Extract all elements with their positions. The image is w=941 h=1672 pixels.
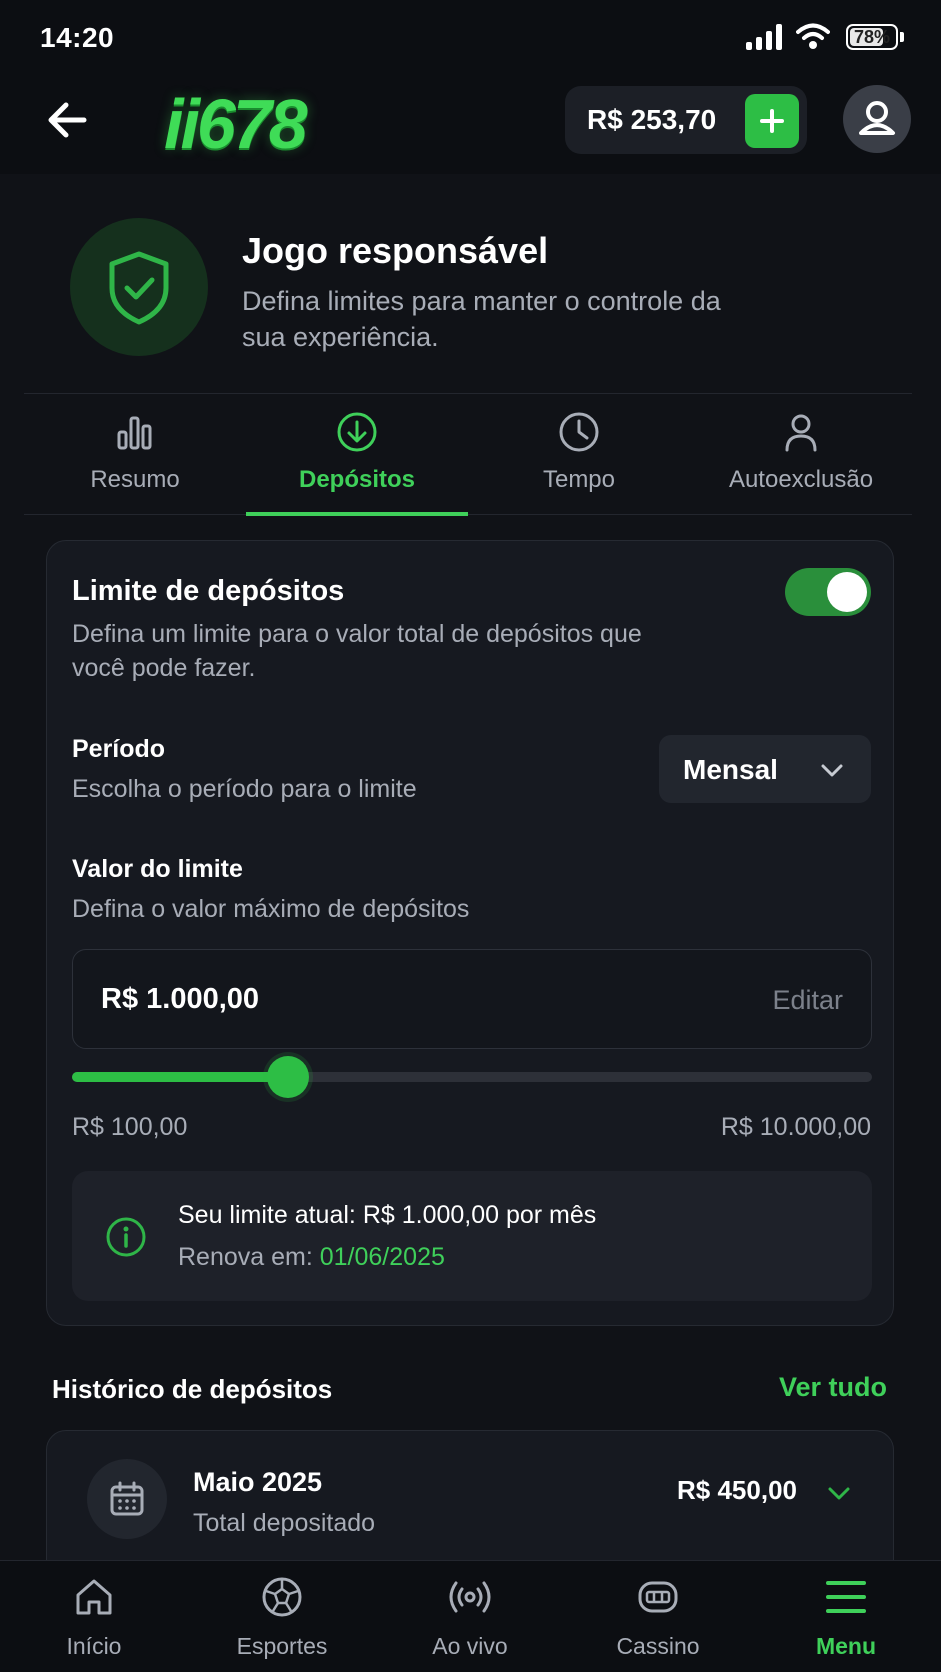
limit-slider[interactable]	[72, 1056, 872, 1098]
deposit-limit-card: Limite de depósitos Defina um limite par…	[46, 540, 894, 1326]
top-header: ii678 R$ 253,70	[0, 70, 941, 174]
tab-tempo[interactable]: Tempo	[468, 394, 690, 516]
download-circle-icon	[337, 412, 377, 452]
tab-resumo[interactable]: Resumo	[24, 394, 246, 516]
battery-icon: 78%	[846, 24, 898, 50]
slider-fill	[72, 1072, 288, 1082]
hero-badge	[70, 218, 208, 356]
slot-machine-icon	[638, 1581, 678, 1613]
plus-icon[interactable]	[745, 94, 799, 148]
nav-label: Cassino	[616, 1633, 700, 1659]
brand-logo[interactable]: ii678	[164, 84, 308, 164]
nav-label: Esportes	[236, 1633, 328, 1659]
card-subtitle: Defina um limite para o valor total de d…	[72, 620, 642, 682]
period-hint: Escolha o período para o limite	[72, 775, 417, 803]
deposit-limit-toggle[interactable]	[785, 568, 871, 616]
edit-button[interactable]: Editar	[772, 985, 843, 1016]
chevron-down-icon[interactable]	[825, 1479, 853, 1507]
current-limit-text: Seu limite atual: R$ 1.000,00 por mês	[178, 1201, 597, 1229]
value-hint: Defina o valor máximo de depósitos	[72, 895, 470, 923]
tab-label: Autoexclusão	[728, 466, 874, 493]
period-select[interactable]: Mensal	[659, 735, 871, 803]
page-subtitle: Defina limites para manter o controle da…	[242, 286, 721, 352]
history-month: Maio 2025	[193, 1467, 323, 1497]
person-icon	[785, 414, 817, 452]
view-all-link[interactable]: Ver tudo	[779, 1372, 887, 1403]
shield-check-icon	[109, 251, 169, 325]
balance-amount: R$ 253,70	[587, 104, 717, 135]
arrow-left-icon[interactable]	[40, 92, 96, 148]
history-title: Histórico de depósitos	[52, 1374, 333, 1404]
period-label: Período	[72, 735, 166, 763]
tab-bar: Resumo Depósitos Tempo Autoexclusão	[24, 393, 912, 516]
history-label: Total depositado	[193, 1509, 376, 1537]
profile-button[interactable]	[843, 85, 911, 153]
tab-label: Tempo	[542, 466, 616, 493]
slider-min-label: R$ 100,00	[72, 1113, 188, 1141]
current-limit-info: Seu limite atual: R$ 1.000,00 por mês Re…	[72, 1171, 872, 1301]
battery-level: 78%	[853, 27, 891, 47]
wifi-icon	[796, 23, 830, 49]
signal-icon	[746, 24, 782, 50]
renew-prefix: Renova em:	[178, 1243, 320, 1271]
status-time: 14:20	[40, 22, 115, 53]
limit-amount: R$ 1.000,00	[101, 983, 260, 1015]
soccer-ball-icon	[262, 1577, 302, 1617]
nav-label: Ao vivo	[432, 1633, 508, 1659]
tab-label: Resumo	[90, 466, 180, 493]
bar-chart-icon	[117, 416, 152, 450]
home-icon	[76, 1579, 112, 1615]
balance-pill[interactable]: R$ 253,70	[565, 86, 807, 154]
active-tab-indicator	[246, 512, 468, 516]
history-item[interactable]: Maio 2025 Total depositado R$ 450,00	[46, 1430, 894, 1570]
info-icon	[106, 1217, 146, 1257]
renew-date: 01/06/2025	[319, 1243, 445, 1271]
nav-ao-vivo[interactable]: Ao vivo	[376, 1561, 564, 1672]
nav-menu[interactable]: Menu	[752, 1561, 940, 1672]
history-icon-badge	[87, 1459, 167, 1539]
calendar-icon	[110, 1481, 144, 1516]
value-label: Valor do limite	[72, 855, 243, 883]
limit-amount-field[interactable]: R$ 1.000,00 Editar	[72, 949, 872, 1049]
page-title: Jogo responsável	[242, 230, 549, 271]
menu-icon	[826, 1581, 866, 1613]
history-amount: R$ 450,00	[677, 1475, 797, 1505]
nav-label: Menu	[815, 1633, 877, 1659]
card-title: Limite de depósitos	[72, 575, 345, 607]
tab-label: Depósitos	[298, 466, 415, 493]
clock-icon	[559, 412, 599, 452]
tab-depositos[interactable]: Depósitos	[246, 394, 468, 516]
toggle-knob	[827, 572, 867, 612]
bottom-nav: Início Esportes Ao vivo Cassino Menu	[0, 1560, 941, 1672]
slider-handle[interactable]	[267, 1056, 309, 1098]
nav-cassino[interactable]: Cassino	[564, 1561, 752, 1672]
chevron-down-icon	[821, 764, 843, 777]
renew-text: Renova em: 01/06/2025	[178, 1243, 445, 1272]
tab-autoexclusao[interactable]: Autoexclusão	[690, 394, 912, 516]
period-value: Mensal	[683, 754, 778, 785]
slider-max-label: R$ 10.000,00	[720, 1113, 871, 1141]
nav-inicio[interactable]: Início	[0, 1561, 188, 1672]
status-bar: 14:20 78%	[0, 0, 941, 70]
user-icon	[859, 101, 895, 135]
nav-esportes[interactable]: Esportes	[188, 1561, 376, 1672]
nav-label: Início	[66, 1633, 122, 1659]
live-broadcast-icon	[449, 1581, 491, 1613]
